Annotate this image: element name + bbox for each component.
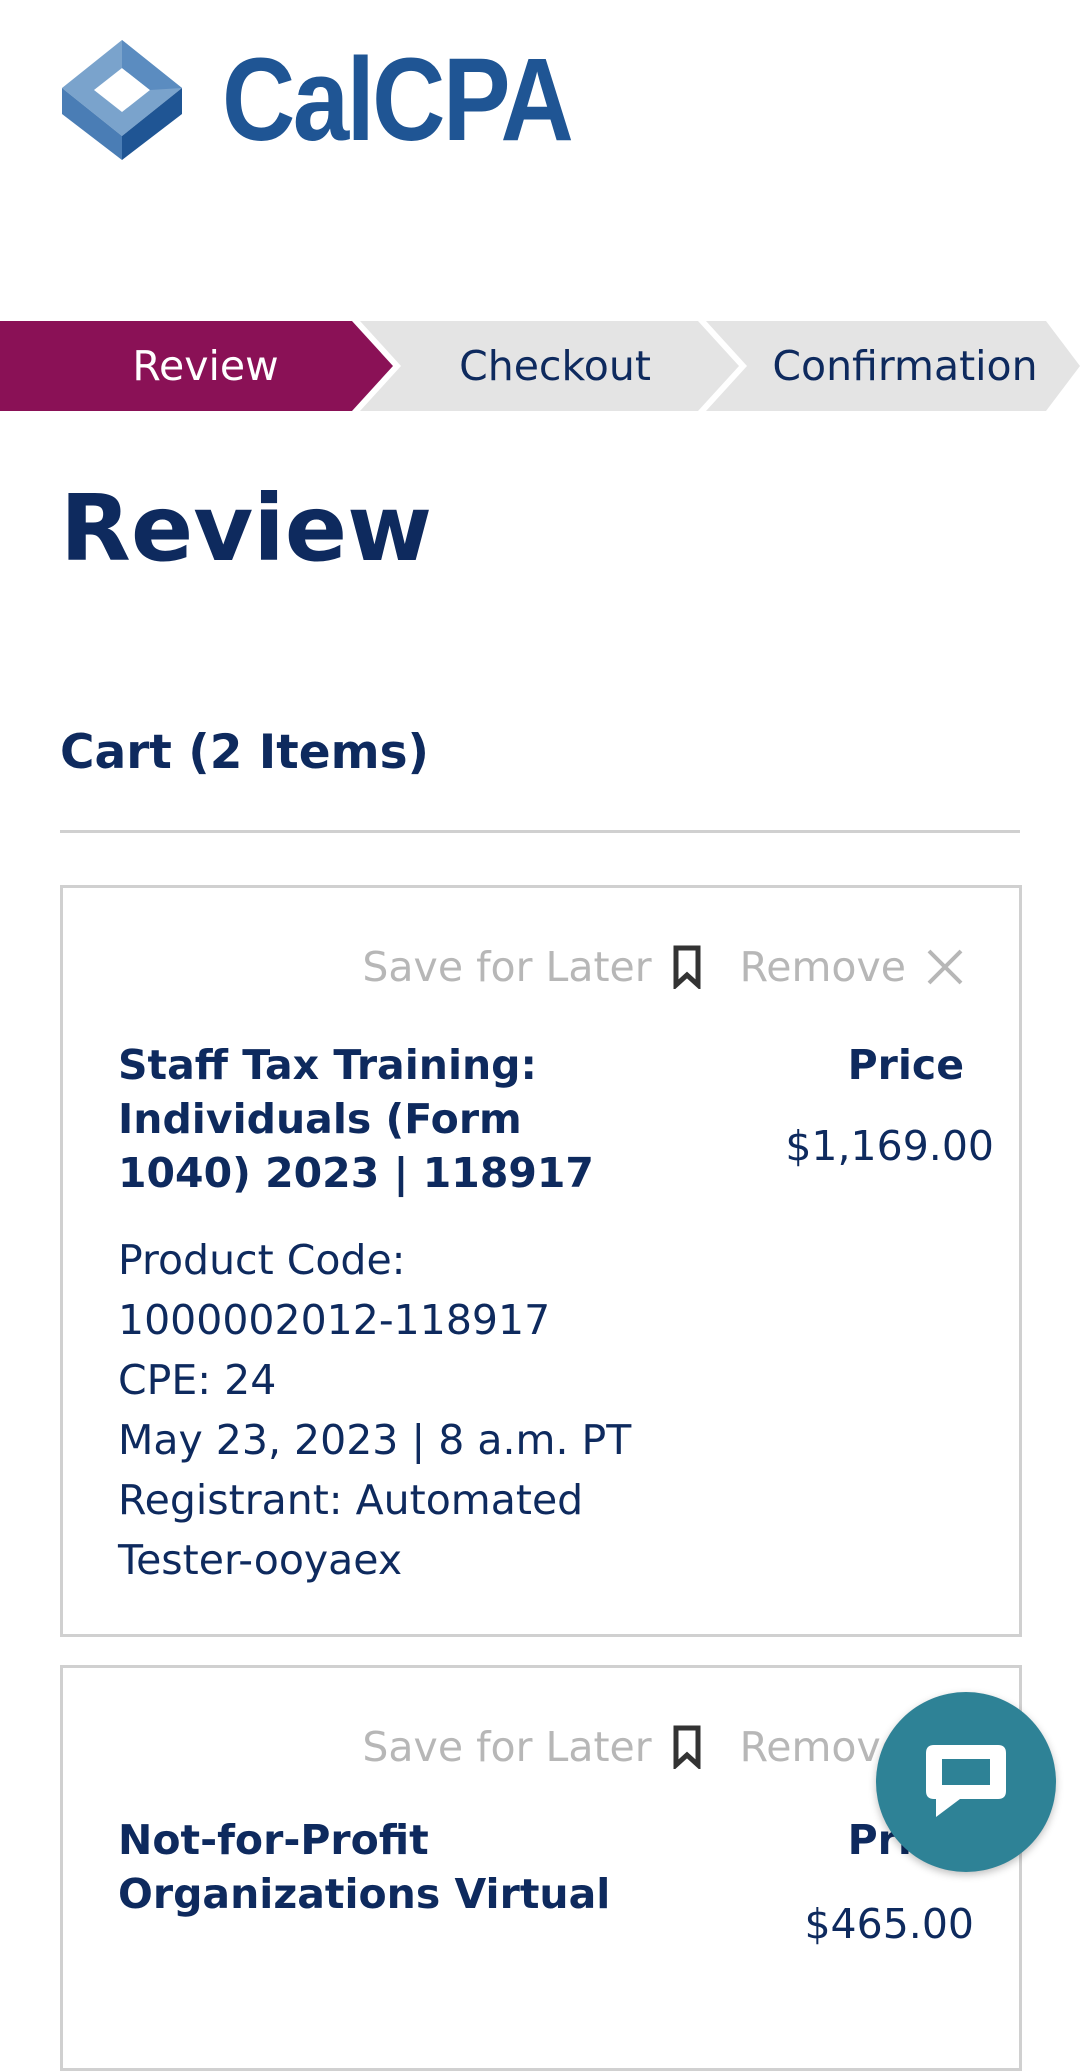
save-for-later-label: Save for Later <box>362 943 652 991</box>
cart-item: Save for Later Remove Not-for-Profit Org… <box>60 1665 1022 2071</box>
logo-mark-icon <box>62 40 182 160</box>
item-details: Product Code: 1000002012-118917 CPE: 24 … <box>118 1230 678 1590</box>
registrant: Registrant: Automated Tester-ooyaex <box>118 1476 584 1584</box>
page-title: Review <box>60 475 433 582</box>
save-for-later-label: Save for Later <box>362 1723 652 1771</box>
price-label: Price <box>847 1041 964 1089</box>
cart-item: Save for Later Remove Staff Tax Training… <box>60 885 1022 1637</box>
close-icon <box>926 948 964 986</box>
remove-label: Remove <box>739 943 906 991</box>
price-value: $465.00 <box>804 1900 974 1948</box>
step-confirmation[interactable]: Confirmation <box>730 321 1080 411</box>
item-actions: Save for Later Remove <box>362 943 964 991</box>
step-checkout[interactable]: Checkout <box>365 321 745 411</box>
item-actions: Save for Later Remove <box>362 1723 964 1771</box>
checkout-progress: Review Checkout Confirmation <box>0 321 1080 411</box>
calcpa-logo[interactable]: CalCPA <box>60 38 628 162</box>
divider <box>60 830 1020 833</box>
item-title[interactable]: Not-for-Profit Organizations Virtual <box>118 1813 638 1921</box>
save-for-later-button[interactable]: Save for Later <box>362 1723 701 1771</box>
logo-wordmark: CalCPA <box>222 34 574 166</box>
cart-heading: Cart (2 Items) <box>60 725 430 780</box>
item-title[interactable]: Staff Tax Training: Individuals (Form 10… <box>118 1038 638 1200</box>
event-date: May 23, 2023 | 8 a.m. PT <box>118 1416 632 1464</box>
remove-button[interactable]: Remove <box>740 943 964 991</box>
step-review[interactable]: Review <box>0 321 411 411</box>
product-code: Product Code: 1000002012-118917 <box>118 1236 551 1344</box>
bookmark-icon <box>672 945 702 989</box>
bookmark-icon <box>672 1725 702 1769</box>
chat-bubble-icon <box>926 1745 1006 1817</box>
cpe-credits: CPE: 24 <box>118 1356 277 1404</box>
save-for-later-button[interactable]: Save for Later <box>362 943 701 991</box>
price-value: $1,169.00 <box>785 1122 994 1170</box>
chat-button[interactable] <box>876 1692 1056 1872</box>
